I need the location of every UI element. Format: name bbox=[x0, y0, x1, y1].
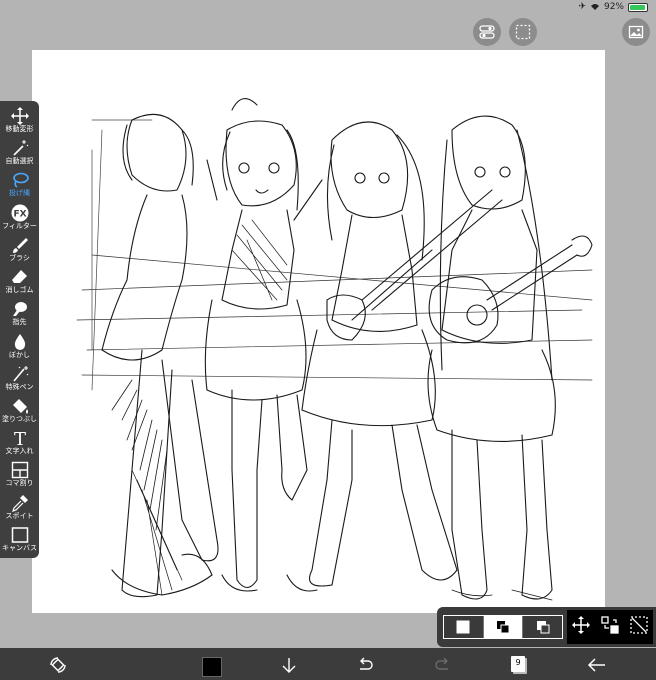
bottom-bar: 9 bbox=[0, 648, 656, 680]
tool-panel[interactable]: コマ割り bbox=[0, 461, 39, 493]
panel-icon bbox=[10, 461, 30, 479]
tool-filter[interactable]: FX フィルター bbox=[0, 204, 39, 236]
selection-panel bbox=[437, 607, 656, 647]
tool-label: スポイト bbox=[5, 511, 34, 520]
svg-text:FX: FX bbox=[13, 209, 26, 219]
wifi-icon bbox=[590, 4, 599, 10]
magic-wand-icon bbox=[10, 139, 30, 157]
transform-icon bbox=[601, 616, 619, 634]
tool-brush[interactable]: ブラシ bbox=[0, 236, 39, 268]
tool-label: 投げ縄 bbox=[9, 189, 30, 198]
add-selection-icon bbox=[497, 621, 510, 634]
rotate-button[interactable] bbox=[47, 654, 69, 676]
tool-blur[interactable]: ぼかし bbox=[0, 333, 39, 365]
special-pen-icon bbox=[10, 365, 30, 383]
tool-finger[interactable]: 指先 bbox=[0, 300, 39, 332]
tool-label: ブラシ bbox=[9, 253, 30, 262]
redo-icon bbox=[435, 657, 448, 670]
tool-eraser[interactable]: 消しゴム bbox=[0, 268, 39, 300]
image-button[interactable] bbox=[622, 18, 650, 46]
undo-icon bbox=[360, 657, 373, 670]
subtract-selection-icon bbox=[536, 621, 550, 634]
tool-label: 文字入れ bbox=[5, 447, 34, 456]
drop-icon bbox=[10, 333, 30, 351]
tool-canvas[interactable]: キャンバス bbox=[0, 526, 39, 558]
move-arrows-icon bbox=[572, 616, 591, 634]
toggle-button[interactable] bbox=[473, 18, 501, 46]
fx-icon: FX bbox=[10, 204, 30, 222]
tool-label: 指先 bbox=[12, 318, 27, 327]
image-icon bbox=[628, 25, 644, 39]
tool-label: 移動変形 bbox=[5, 125, 34, 133]
selection-icon bbox=[515, 24, 531, 40]
tool-magic[interactable]: 自動選択 bbox=[0, 139, 39, 171]
brush-icon bbox=[10, 236, 30, 254]
redo-button[interactable] bbox=[432, 654, 454, 676]
tool-label: 塗りつぶし bbox=[1, 414, 38, 423]
deselect-icon bbox=[629, 616, 648, 634]
finger-icon bbox=[10, 300, 30, 318]
add-selection-button[interactable] bbox=[483, 616, 524, 638]
layer-count: 9 bbox=[515, 658, 521, 667]
text-icon: T bbox=[10, 429, 30, 447]
eyedropper-icon bbox=[10, 494, 30, 512]
tool-eyedropper[interactable]: スポイト bbox=[0, 494, 39, 526]
deselect-button[interactable] bbox=[629, 616, 648, 638]
move-arrows-icon bbox=[10, 107, 30, 125]
selection-mode-group bbox=[443, 615, 563, 639]
move-selection-button[interactable] bbox=[572, 616, 591, 638]
transform-group bbox=[567, 610, 653, 644]
tool-label: キャンバス bbox=[2, 543, 37, 552]
tool-fill[interactable]: 塗りつぶし bbox=[0, 397, 39, 429]
toggle-icon bbox=[479, 25, 495, 39]
back-icon bbox=[587, 658, 605, 672]
download-icon bbox=[282, 658, 296, 673]
sketch-artwork bbox=[76, 98, 593, 601]
tool-label: コマ割り bbox=[5, 479, 34, 488]
transform-selection-button[interactable] bbox=[601, 616, 619, 638]
status-bar: ✈ 92% bbox=[578, 0, 648, 14]
new-selection-button[interactable] bbox=[444, 616, 484, 638]
tool-move[interactable]: 移動変形 bbox=[0, 107, 39, 139]
airplane-icon: ✈ bbox=[578, 2, 586, 12]
tool-label: ぼかし bbox=[9, 350, 30, 359]
battery-percent: 92% bbox=[603, 2, 624, 12]
tool-label: 消しゴム bbox=[5, 286, 34, 295]
canvas-icon bbox=[10, 526, 30, 544]
rotate-icon bbox=[50, 657, 66, 673]
undo-button[interactable] bbox=[354, 654, 376, 676]
drawing-canvas[interactable] bbox=[32, 50, 605, 613]
new-selection-icon bbox=[456, 620, 470, 634]
tool-palette: 移動変形自動選択投げ縄 FX フィルターブラシ消しゴム指先ぼかし特殊ペン塗りつぶし T… bbox=[0, 101, 39, 558]
color-swatch[interactable] bbox=[202, 657, 222, 677]
battery-icon bbox=[628, 2, 648, 12]
download-button[interactable] bbox=[278, 654, 300, 676]
eraser-icon bbox=[10, 268, 30, 286]
tool-label: フィルター bbox=[2, 221, 37, 230]
tool-label: 特殊ペン bbox=[5, 382, 34, 391]
selection-button[interactable] bbox=[509, 18, 537, 46]
svg-text:T: T bbox=[13, 429, 25, 447]
back-button[interactable] bbox=[586, 654, 608, 676]
lasso-icon bbox=[10, 171, 30, 189]
subtract-selection-button[interactable] bbox=[523, 616, 562, 638]
fill-bucket-icon bbox=[10, 397, 30, 415]
tool-label: 自動選択 bbox=[5, 157, 34, 166]
tool-text[interactable]: T 文字入れ bbox=[0, 429, 39, 461]
tool-special[interactable]: 特殊ペン bbox=[0, 365, 39, 397]
layers-button[interactable]: 9 bbox=[511, 656, 525, 672]
tool-lasso[interactable]: 投げ縄 bbox=[0, 171, 39, 203]
